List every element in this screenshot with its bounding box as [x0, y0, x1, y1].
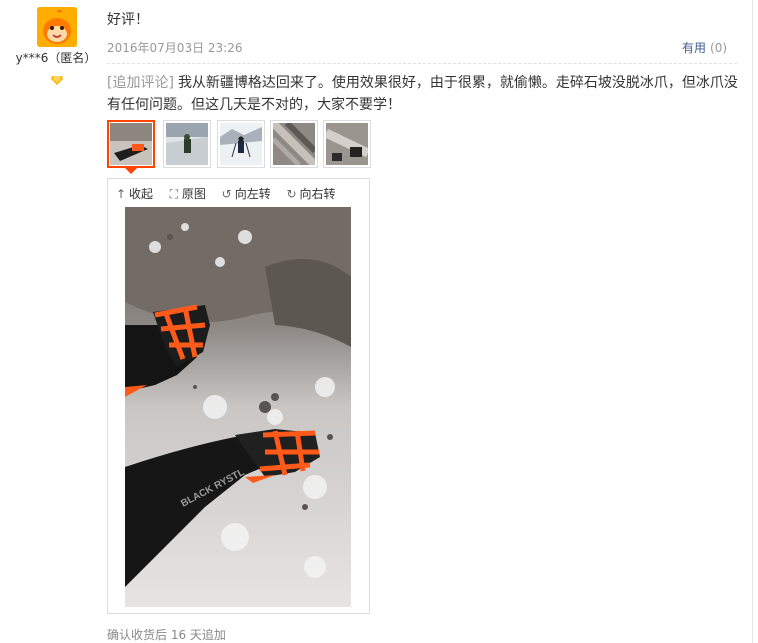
photo-viewer: ↑ 收起 ⛶ 原图 ↺ 向左转 ↻ 向右转 BLACK RYSTL — [107, 178, 370, 614]
active-thumb-indicator — [124, 167, 138, 174]
rotate-right-label: 向右转 — [299, 187, 336, 201]
followup-text: 我从新疆博格达回来了。使用效果很好，由于很累，就偷懒。走碎石坡没脱冰爪，但冰爪没… — [107, 75, 738, 113]
viewer-toolbar: ↑ 收起 ⛶ 原图 ↺ 向左转 ↻ 向右转 — [114, 185, 346, 202]
useful-label: 有用 — [682, 41, 707, 55]
rotate-left-label: 向左转 — [234, 187, 271, 201]
rotate-left-icon: ↺ — [221, 187, 232, 201]
collapse-label: 收起 — [129, 187, 154, 201]
useful-button[interactable]: 有用 (0) — [682, 39, 727, 56]
photo-thumb-3[interactable] — [217, 120, 265, 168]
followup-timing: 确认收货后 16 天追加 — [107, 628, 226, 642]
user-avatar[interactable] — [37, 7, 77, 47]
rotate-right-button[interactable]: ↻ 向右转 — [285, 185, 336, 202]
right-divider — [752, 0, 753, 643]
original-label: 原图 — [181, 187, 206, 201]
rotate-right-icon: ↻ — [286, 187, 297, 201]
useful-count: (0) — [710, 41, 728, 55]
expand-icon: ⛶ — [169, 187, 179, 201]
photo-thumb-5[interactable] — [323, 120, 371, 168]
username: y***6（匿名） — [15, 51, 97, 65]
photo-thumb-4[interactable] — [270, 120, 318, 168]
review-photo[interactable]: BLACK RYSTL — [125, 207, 351, 607]
arrow-up-icon: ↑ — [115, 187, 127, 201]
followup-comment: [追加评论] 我从新疆博格达回来了。使用效果很好，由于很累，就偷懒。走碎石坡没脱冰… — [107, 72, 742, 116]
rotate-left-button[interactable]: ↺ 向左转 — [220, 185, 271, 202]
review-date: 2016年07月03日 23:26 — [107, 41, 243, 55]
followup-tag: [追加评论] — [107, 75, 174, 91]
photo-thumb-1[interactable] — [107, 120, 155, 168]
review-title: 好评！ — [107, 12, 149, 28]
collapse-button[interactable]: ↑ 收起 — [114, 185, 153, 202]
divider — [107, 63, 737, 64]
original-button[interactable]: ⛶ 原图 — [167, 185, 206, 202]
photo-thumb-2[interactable] — [163, 120, 211, 168]
vip-diamond-icon — [51, 70, 63, 89]
